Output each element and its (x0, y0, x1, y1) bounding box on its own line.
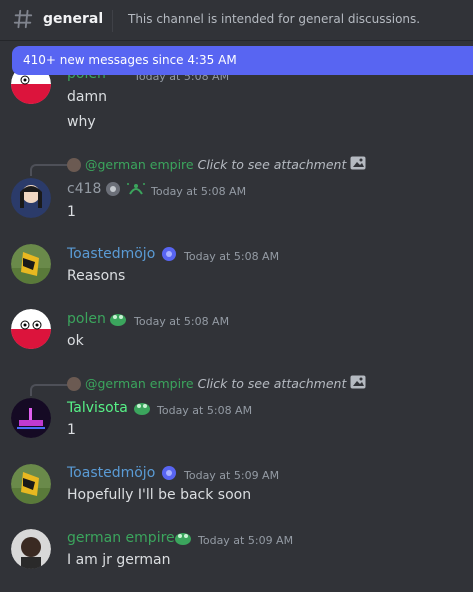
message-text: Hopefully I'll be back soon (67, 487, 252, 503)
reply-mention[interactable]: @german empire (85, 157, 194, 172)
author-name[interactable]: c418 (67, 181, 101, 197)
image-icon (350, 375, 366, 392)
channel-name[interactable]: general (43, 11, 103, 27)
message-text: 1 (67, 204, 76, 220)
avatar[interactable] (11, 178, 51, 218)
timestamp: Today at 5:08 AM (134, 315, 230, 328)
avatar[interactable] (11, 398, 51, 438)
message-text: Reasons (67, 268, 126, 284)
role-icon (104, 180, 146, 202)
reply-spine (30, 164, 68, 176)
message-text: I am jr german (67, 552, 171, 568)
author-name[interactable]: Talvisota (67, 400, 128, 416)
reply-avatar (67, 376, 81, 391)
timestamp: Today at 5:08 AM (157, 404, 253, 417)
reply-mention[interactable]: @german empire (85, 376, 194, 391)
new-messages-banner[interactable]: 410+ new messages since 4:35 AM (12, 46, 473, 75)
message-text: damn (67, 89, 107, 105)
avatar[interactable] (11, 529, 51, 569)
message-text: ok (67, 333, 84, 349)
avatar[interactable] (11, 244, 51, 284)
reply-preview[interactable]: @german empire Click to see attachment (67, 156, 366, 173)
avatar[interactable] (11, 464, 51, 504)
channel-topic[interactable]: This channel is intended for general dis… (128, 12, 420, 26)
reply-text[interactable]: Click to see attachment (198, 376, 347, 391)
timestamp: Today at 5:09 AM (198, 534, 294, 547)
channel-header: general This channel is intended for gen… (0, 0, 473, 40)
message-text: why (67, 114, 96, 130)
author-name[interactable]: Toastedmöjo (67, 465, 155, 481)
reply-avatar (67, 157, 81, 172)
role-icon (159, 245, 179, 267)
reply-preview[interactable]: @german empire Click to see attachment (67, 375, 366, 392)
timestamp: Today at 5:08 AM (151, 185, 247, 198)
timestamp: Today at 5:08 AM (184, 250, 280, 263)
image-icon (350, 156, 366, 173)
author-name[interactable]: polen (67, 311, 106, 327)
role-icon (159, 464, 179, 486)
author-name[interactable]: Toastedmöjo (67, 246, 155, 262)
timestamp: Today at 5:09 AM (184, 469, 280, 482)
author-name[interactable]: german empire (67, 530, 175, 546)
role-icon (108, 310, 128, 332)
avatar[interactable] (11, 309, 51, 349)
message-text: 1 (67, 422, 76, 438)
reply-text[interactable]: Click to see attachment (198, 157, 347, 172)
role-icon (173, 529, 193, 551)
role-icon (132, 399, 152, 421)
reply-spine (30, 384, 68, 396)
header-divider (112, 10, 113, 32)
hash-icon (12, 8, 34, 34)
